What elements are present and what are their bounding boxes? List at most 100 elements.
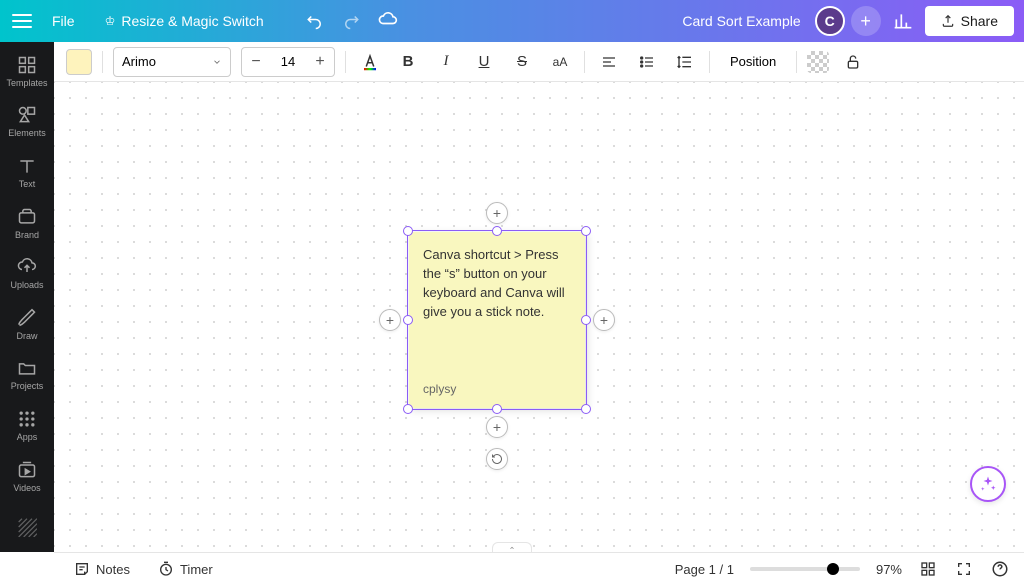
undo-button[interactable] <box>300 6 330 36</box>
canvas-area[interactable]: Canva shortcut > Press the “s” button on… <box>54 82 1024 552</box>
templates-icon <box>17 55 37 75</box>
sidebar-item-projects[interactable]: Projects <box>0 350 54 401</box>
crown-icon: ♔ <box>105 14 116 28</box>
hatch-icon <box>17 517 37 537</box>
timer-icon <box>158 561 174 577</box>
resize-handle-left[interactable] <box>403 315 413 325</box>
sidebar-label: Elements <box>8 128 46 138</box>
sidebar-label: Templates <box>6 78 47 88</box>
notes-label: Notes <box>96 562 130 577</box>
rotate-handle[interactable] <box>486 448 508 470</box>
top-header: File ♔ Resize & Magic Switch C + Share <box>0 0 1024 42</box>
resize-handle-tl[interactable] <box>403 226 413 236</box>
resize-handle-top[interactable] <box>492 226 502 236</box>
cloud-icon <box>378 11 398 31</box>
file-menu[interactable]: File <box>40 7 87 35</box>
add-collaborator-button[interactable]: + <box>851 6 881 36</box>
font-name: Arimo <box>122 54 156 69</box>
share-button[interactable]: Share <box>925 6 1014 36</box>
text-color-button[interactable] <box>356 48 384 76</box>
bold-button[interactable]: B <box>394 48 422 76</box>
add-sticky-right[interactable]: + <box>593 309 615 331</box>
font-family-select[interactable]: Arimo <box>113 47 231 77</box>
add-sticky-top[interactable]: + <box>486 202 508 224</box>
menu-icon[interactable] <box>10 9 34 33</box>
zoom-level: 97% <box>876 562 902 577</box>
resize-handle-bl[interactable] <box>403 404 413 414</box>
sidebar-item-uploads[interactable]: Uploads <box>0 248 54 299</box>
resize-handle-right[interactable] <box>581 315 591 325</box>
chart-icon <box>893 11 913 31</box>
cloud-sync-button[interactable] <box>372 5 404 37</box>
fill-color-swatch[interactable] <box>66 49 92 75</box>
sidebar-item-apps[interactable]: Apps <box>0 400 54 451</box>
sticky-note-selection[interactable]: Canva shortcut > Press the “s” button on… <box>409 232 585 408</box>
user-avatar[interactable]: C <box>815 6 845 36</box>
resize-handle-br[interactable] <box>581 404 591 414</box>
italic-button[interactable]: I <box>432 48 460 76</box>
draw-icon <box>17 308 37 328</box>
sidebar-item-draw[interactable]: Draw <box>0 299 54 350</box>
sidebar-item-brand[interactable]: Brand <box>0 198 54 249</box>
videos-icon <box>17 460 37 480</box>
resize-handle-tr[interactable] <box>581 226 591 236</box>
magic-ai-button[interactable] <box>970 466 1006 502</box>
font-size-input[interactable] <box>270 54 306 69</box>
help-button[interactable] <box>990 559 1010 579</box>
font-size-stepper: − + <box>241 47 335 77</box>
grid-view-button[interactable] <box>918 559 938 579</box>
share-label: Share <box>961 13 998 29</box>
spacing-button[interactable] <box>671 48 699 76</box>
sidebar-label: Brand <box>15 230 39 240</box>
text-case-button[interactable]: aA <box>546 48 574 76</box>
sidebar-item-text[interactable]: Text <box>0 147 54 198</box>
redo-icon <box>342 12 360 30</box>
strikethrough-button[interactable]: S <box>508 48 536 76</box>
resize-label: Resize & Magic Switch <box>121 13 263 29</box>
lock-button[interactable] <box>839 48 867 76</box>
avatar-initial: C <box>825 13 835 29</box>
upload-icon <box>941 14 955 28</box>
add-sticky-bottom[interactable]: + <box>486 416 508 438</box>
chevron-down-icon <box>212 57 222 67</box>
notes-button[interactable]: Notes <box>68 557 136 581</box>
font-size-decrease[interactable]: − <box>242 48 270 76</box>
sidebar-item-templates[interactable]: Templates <box>0 46 54 97</box>
position-button[interactable]: Position <box>720 50 786 73</box>
spacing-icon <box>677 54 693 70</box>
resize-handle-bottom[interactable] <box>492 404 502 414</box>
transparency-button[interactable] <box>807 51 829 73</box>
elements-icon <box>17 105 37 125</box>
timer-button[interactable]: Timer <box>152 557 219 581</box>
sidebar-item-more[interactable] <box>0 501 54 552</box>
sidebar-item-elements[interactable]: Elements <box>0 97 54 148</box>
list-icon <box>639 54 655 70</box>
sidebar-label: Uploads <box>10 280 43 290</box>
uploads-icon <box>17 257 37 277</box>
sidebar-item-videos[interactable]: Videos <box>0 451 54 502</box>
redo-button[interactable] <box>336 6 366 36</box>
projects-icon <box>17 358 37 378</box>
chevron-up-icon <box>507 545 517 551</box>
sidebar-label: Videos <box>13 483 40 493</box>
list-button[interactable] <box>633 48 661 76</box>
notes-icon <box>74 561 90 577</box>
sidebar-label: Text <box>19 179 36 189</box>
resize-magic-switch[interactable]: ♔ Resize & Magic Switch <box>93 7 276 35</box>
zoom-slider-thumb[interactable] <box>827 563 839 575</box>
align-button[interactable] <box>595 48 623 76</box>
document-title-input[interactable] <box>609 9 809 33</box>
zoom-slider[interactable] <box>750 567 860 571</box>
sidebar-label: Draw <box>16 331 37 341</box>
underline-button[interactable]: U <box>470 48 498 76</box>
bottom-bar: Notes Timer Page 1 / 1 97% <box>54 552 1024 585</box>
sidebar-label: Apps <box>17 432 38 442</box>
font-size-increase[interactable]: + <box>306 48 334 76</box>
analytics-button[interactable] <box>887 5 919 37</box>
apps-icon <box>17 409 37 429</box>
page-panel-toggle[interactable] <box>492 542 532 552</box>
text-color-icon <box>361 53 379 71</box>
add-sticky-left[interactable]: + <box>379 309 401 331</box>
brand-icon <box>17 207 37 227</box>
fullscreen-button[interactable] <box>954 559 974 579</box>
